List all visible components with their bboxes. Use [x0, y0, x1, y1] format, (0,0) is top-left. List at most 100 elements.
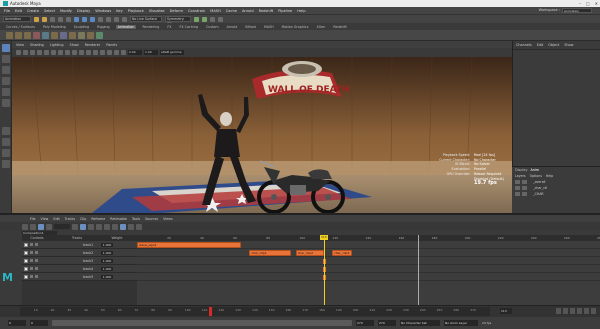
clip-grid[interactable]: 20406080100120140160180200220240260280 w…	[137, 235, 600, 305]
time-editor-menu-sources[interactable]: Sources	[145, 217, 158, 221]
layer-tab-display[interactable]: Display	[515, 168, 528, 172]
open-scene-icon[interactable]	[42, 16, 47, 22]
ghost-icon[interactable]	[60, 31, 67, 39]
time-editor-clip[interactable]: wave_sign1	[137, 242, 242, 248]
render-icon[interactable]	[194, 16, 199, 22]
lasso-tool-icon[interactable]	[2, 55, 10, 63]
frame-all-icon[interactable]	[128, 223, 134, 230]
mute-track-icon[interactable]	[30, 251, 33, 254]
menu-item-playback[interactable]: Playback	[128, 9, 144, 13]
time-slider-current-frame[interactable]	[208, 307, 212, 316]
two-pane-layout-icon[interactable]	[2, 149, 10, 157]
viewport-menu-view[interactable]: View	[16, 43, 24, 47]
menu-item-pipeline[interactable]: Pipeline	[278, 9, 292, 13]
menu-item-deform[interactable]: Deform	[170, 9, 183, 13]
menu-item-cache[interactable]: Cache	[226, 9, 237, 13]
channel-box-menu-channels[interactable]: Channels	[516, 43, 532, 47]
four-pane-layout-icon[interactable]	[2, 138, 10, 146]
menu-item-modify[interactable]: Modify	[60, 9, 72, 13]
shelf-tab-bifrost[interactable]: Bifrost	[243, 25, 258, 29]
solo-track-icon[interactable]	[35, 251, 38, 254]
add-track-icon[interactable]	[46, 223, 52, 230]
mute-icon[interactable]	[30, 223, 36, 230]
graph-icon[interactable]	[136, 223, 142, 230]
time-editor-menu-edit[interactable]: Edit	[53, 217, 59, 221]
ipr-render-icon[interactable]	[202, 16, 207, 22]
shelf-tab-rendering[interactable]: Rendering	[140, 25, 161, 29]
layer-row[interactable]: _CHAR	[512, 191, 600, 197]
mute-track-icon[interactable]	[30, 243, 33, 246]
animation-end-field[interactable]: 270	[378, 320, 396, 326]
track-enable-checkbox[interactable]	[24, 274, 28, 279]
scale-tool-icon[interactable]	[2, 99, 10, 107]
clip-track-lane[interactable]	[137, 273, 600, 281]
textured-icon[interactable]	[79, 50, 84, 55]
play-range-icon[interactable]	[120, 223, 126, 230]
channel-box-menu-object[interactable]: Object	[548, 43, 559, 47]
exposure-field[interactable]: 0.00	[128, 50, 142, 55]
snap-icon[interactable]	[80, 223, 86, 230]
step-back-icon[interactable]	[563, 308, 568, 314]
anim-layer-dropdown[interactable]: No Anim Layer	[444, 320, 478, 326]
track-weight-field[interactable]: 1.000	[101, 250, 113, 255]
shelf-tab-rigging[interactable]: Rigging	[95, 25, 112, 29]
move-tool-icon[interactable]	[2, 77, 10, 85]
shelf-tab-fx-caching[interactable]: FX Caching	[177, 25, 200, 29]
menu-item-help[interactable]: Help	[297, 9, 305, 13]
joint-tool-icon[interactable]	[33, 31, 40, 39]
current-frame-field[interactable]: 113	[500, 308, 512, 314]
outliner-layout-icon[interactable]	[2, 160, 10, 168]
shelf-tab-xgen[interactable]: XGen	[314, 25, 327, 29]
playback-end-field[interactable]: 270	[356, 320, 374, 326]
mute-track-icon[interactable]	[30, 267, 33, 270]
lights-icon[interactable]	[86, 50, 91, 55]
shelf-tab-arnold[interactable]: Arnold	[225, 25, 240, 29]
track-row[interactable]: track4 1.000	[22, 265, 137, 273]
viewport-menu-lighting[interactable]: Lighting	[50, 43, 64, 47]
time-editor-icon[interactable]	[78, 31, 85, 39]
perspective-viewport[interactable]: WALL OF DEATH Playback Speed: Real [24 fp…	[12, 57, 512, 213]
time-editor-menu-file[interactable]: File	[30, 217, 36, 221]
mute-track-icon[interactable]	[30, 259, 33, 262]
track-enable-checkbox[interactable]	[24, 242, 28, 247]
menu-item-visualize[interactable]: Visualize	[149, 9, 165, 13]
playback-start-field[interactable]: 0	[30, 320, 48, 326]
track-weight-field[interactable]: 1.000	[101, 266, 113, 271]
playback-toggle[interactable]	[522, 180, 527, 184]
search-clip-field[interactable]	[54, 224, 70, 229]
constraint-icon[interactable]	[96, 31, 103, 39]
playback-toggle[interactable]	[522, 186, 527, 190]
menu-item-edit[interactable]: Edit	[15, 9, 22, 13]
symmetry-dropdown[interactable]: Symmetry: Off	[165, 16, 191, 26]
time-editor-menu-views[interactable]: Views	[163, 217, 173, 221]
dope-sheet-icon[interactable]	[24, 31, 31, 39]
time-editor-menu-reframe[interactable]: Reframe	[91, 217, 105, 221]
play-forward-icon[interactable]	[577, 308, 582, 314]
minimize-icon[interactable]: –	[579, 1, 581, 6]
new-scene-icon[interactable]	[34, 16, 39, 22]
menu-item-create[interactable]: Create	[27, 9, 39, 13]
visibility-toggle[interactable]	[515, 192, 520, 196]
track-row[interactable]: track5 1.000	[22, 273, 137, 281]
menu-item-redshift[interactable]: Redshift	[259, 9, 274, 13]
time-editor-clip[interactable]: char_clip1	[249, 250, 291, 256]
track-enable-checkbox[interactable]	[24, 258, 28, 263]
time-editor-menu-retimable[interactable]: Retimable	[110, 217, 127, 221]
set-key-icon[interactable]	[6, 31, 13, 39]
time-editor-playhead[interactable]	[323, 235, 325, 305]
shelf-tab-fx[interactable]: FX	[165, 25, 173, 29]
range-bar[interactable]	[52, 320, 352, 326]
solo-track-icon[interactable]	[35, 259, 38, 262]
track-row[interactable]: track2 1.000	[22, 249, 137, 257]
menu-item-key[interactable]: Key	[116, 9, 123, 13]
bookmark-icon[interactable]	[30, 50, 35, 55]
menu-item-constrain[interactable]: Constrain	[188, 9, 205, 13]
shelf-tab-custom[interactable]: Custom	[204, 25, 221, 29]
trax-icon[interactable]	[87, 31, 94, 39]
viewport-menu-show[interactable]: Show	[70, 43, 79, 47]
track-enable-checkbox[interactable]	[24, 266, 28, 271]
menu-set-dropdown[interactable]: Animation	[3, 16, 31, 22]
time-editor-menu-view[interactable]: View	[41, 217, 49, 221]
shelf-tab-curves-surfaces[interactable]: Curves / Surfaces	[4, 25, 37, 29]
layer-menu-options[interactable]: Options	[530, 174, 542, 178]
